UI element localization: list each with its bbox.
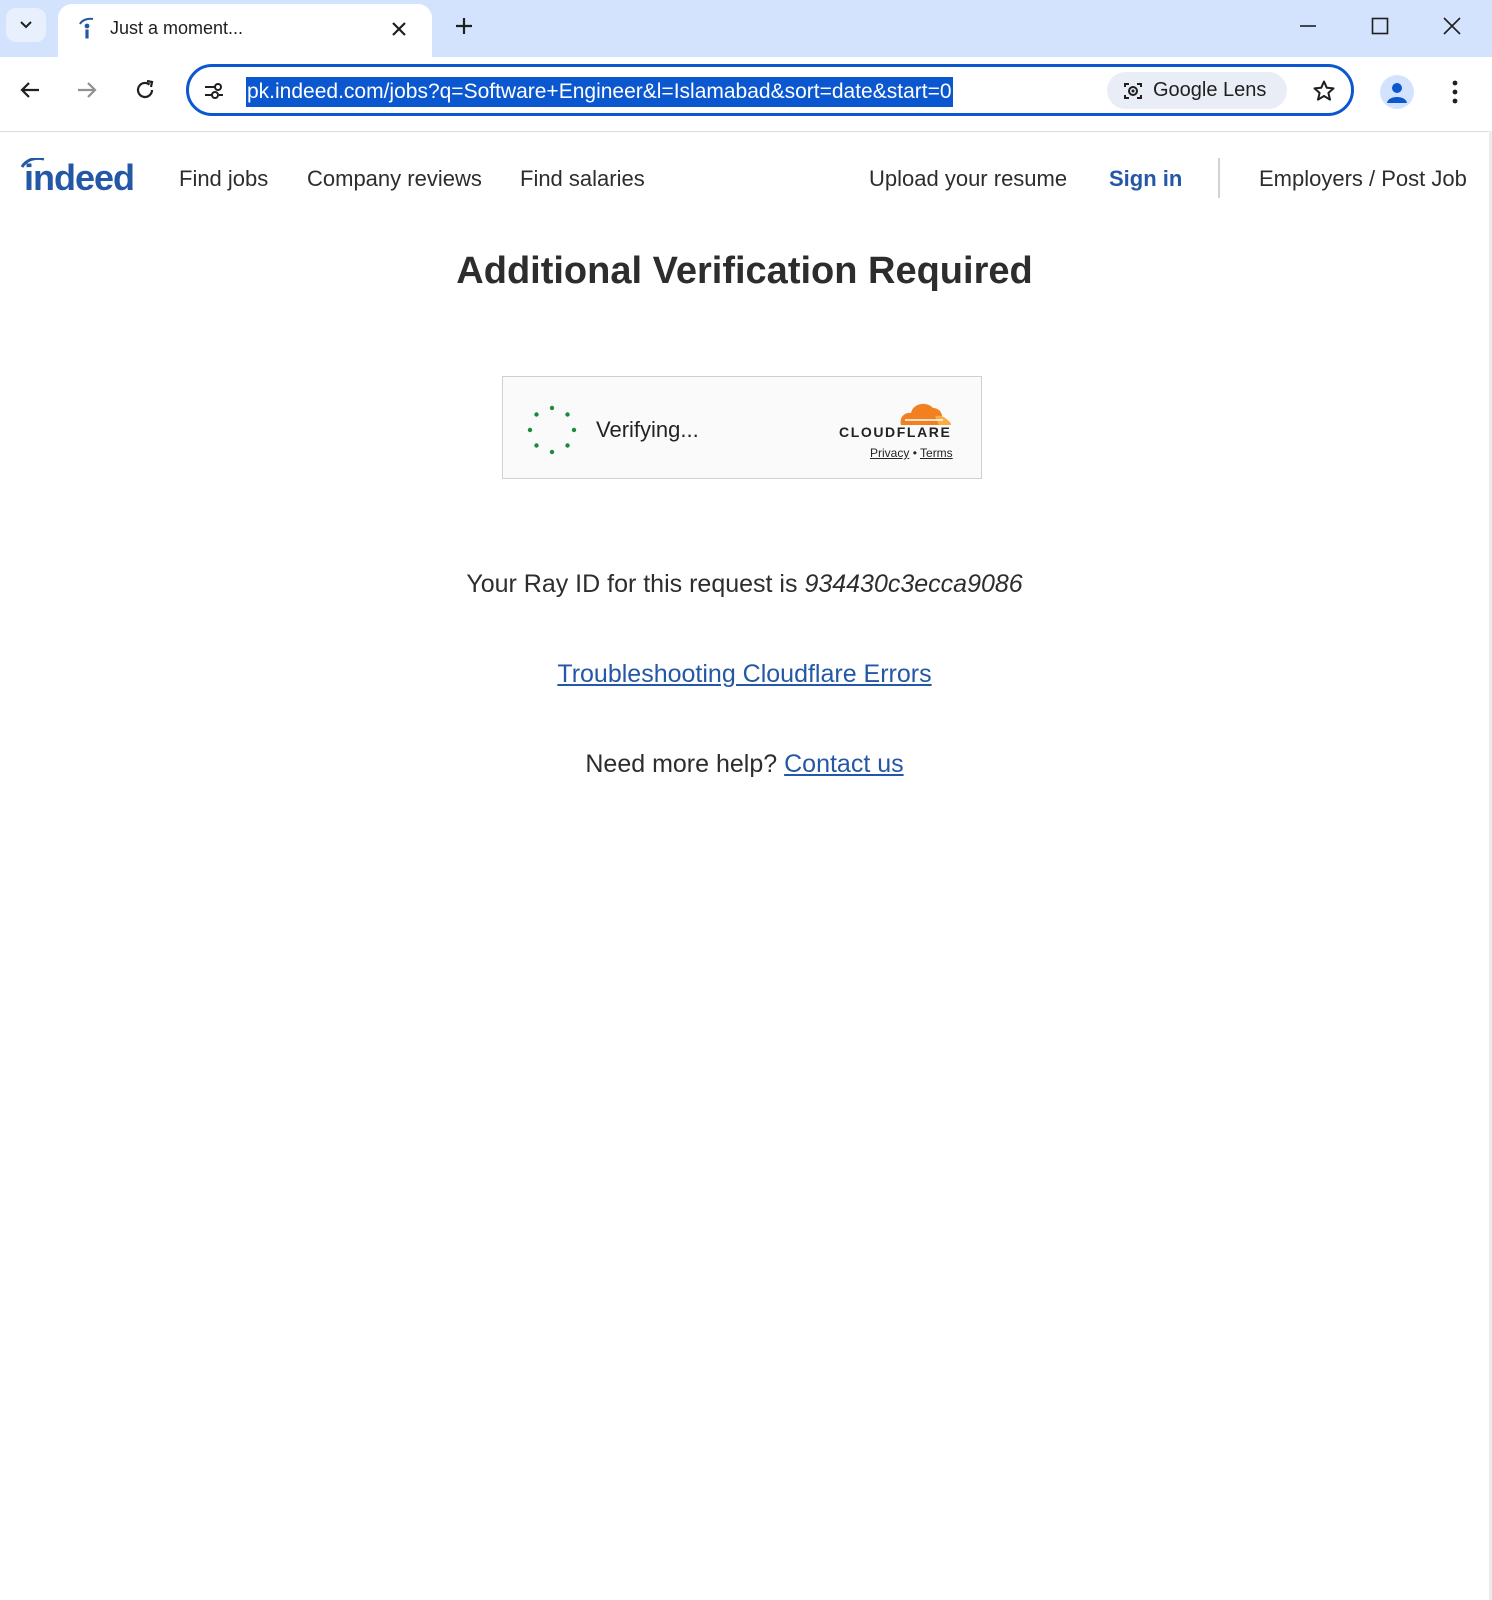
address-bar[interactable]: pk.indeed.com/jobs?q=Software+Engineer&l… <box>186 64 1354 116</box>
nav-company-reviews[interactable]: Company reviews <box>307 166 482 192</box>
nav-employers-post-job[interactable]: Employers / Post Job <box>1259 166 1467 192</box>
minimize-button[interactable] <box>1272 0 1344 52</box>
camera-lens-icon <box>1124 82 1142 99</box>
nav-find-salaries[interactable]: Find salaries <box>520 166 645 192</box>
back-button[interactable] <box>10 70 50 110</box>
nav-sign-in[interactable]: Sign in <box>1109 166 1182 192</box>
nav-upload-resume[interactable]: Upload your resume <box>869 166 1067 192</box>
forward-button[interactable] <box>67 70 107 110</box>
ray-id-value: 934430c3ecca9086 <box>804 570 1023 598</box>
browser-toolbar: pk.indeed.com/jobs?q=Software+Engineer&l… <box>0 57 1492 132</box>
help-line: Need more help? Contact us <box>0 750 1489 779</box>
indeed-logo-mark: indeed <box>20 156 135 198</box>
maximize-button[interactable] <box>1344 0 1416 52</box>
privacy-link[interactable]: Privacy <box>870 446 909 460</box>
spinner-icon <box>527 405 577 455</box>
indeed-logo[interactable]: indeed <box>20 156 144 199</box>
tab-strip: Just a moment... <box>0 0 1492 57</box>
reload-icon <box>136 79 154 99</box>
star-icon <box>1313 80 1335 101</box>
close-icon <box>392 22 406 36</box>
indeed-favicon <box>79 17 94 39</box>
site-info-icon <box>205 83 223 99</box>
new-tab-button[interactable] <box>447 9 481 43</box>
url-text[interactable]: pk.indeed.com/jobs?q=Software+Engineer&l… <box>246 77 953 107</box>
tab-list-icon <box>20 21 32 29</box>
troubleshooting-link[interactable]: Troubleshooting Cloudflare Errors <box>557 660 931 688</box>
terms-link[interactable]: Terms <box>920 446 953 460</box>
maximize-icon <box>1371 17 1389 35</box>
indeed-logo-text: indeed <box>24 158 134 194</box>
ray-id-line: Your Ray ID for this request is 934430c3… <box>0 570 1489 599</box>
nav-find-jobs[interactable]: Find jobs <box>179 166 268 192</box>
browser-menu-button[interactable] <box>1440 72 1470 112</box>
active-tab[interactable]: Just a moment... <box>58 4 432 57</box>
troubleshooting-line: Troubleshooting Cloudflare Errors <box>0 660 1489 689</box>
tab-close-button[interactable] <box>384 14 414 44</box>
bookmark-button[interactable] <box>1307 74 1341 108</box>
plus-icon <box>456 18 472 34</box>
forward-arrow-icon <box>78 82 97 98</box>
person-icon <box>1387 83 1407 103</box>
tab-list-button[interactable] <box>6 8 46 42</box>
nav-divider <box>1218 158 1220 198</box>
google-lens-button[interactable]: Google Lens <box>1107 72 1287 109</box>
google-lens-label: Google Lens <box>1153 79 1267 101</box>
link-separator: • <box>912 446 917 460</box>
back-arrow-icon <box>20 82 39 98</box>
reload-button[interactable] <box>125 70 165 110</box>
cloudflare-challenge-widget[interactable]: Verifying... CLOUDFLARE Privacy • Terms <box>502 376 982 479</box>
cloudflare-links: Privacy • Terms <box>870 446 953 460</box>
profile-button[interactable] <box>1380 75 1414 109</box>
minimize-icon <box>1300 25 1316 27</box>
tab-title: Just a moment... <box>110 18 244 38</box>
ray-id-label: Your Ray ID for this request is <box>466 570 798 598</box>
contact-us-link[interactable]: Contact us <box>784 750 904 778</box>
help-text: Need more help? <box>585 750 778 778</box>
close-window-button[interactable] <box>1416 0 1488 52</box>
kebab-menu-icon <box>1452 80 1458 104</box>
site-info-button[interactable] <box>199 76 229 106</box>
close-window-icon <box>1443 17 1461 35</box>
cloudflare-wordmark: CLOUDFLARE <box>839 424 952 440</box>
verifying-status: Verifying... <box>596 417 699 442</box>
page-title: Additional Verification Required <box>456 250 1033 292</box>
